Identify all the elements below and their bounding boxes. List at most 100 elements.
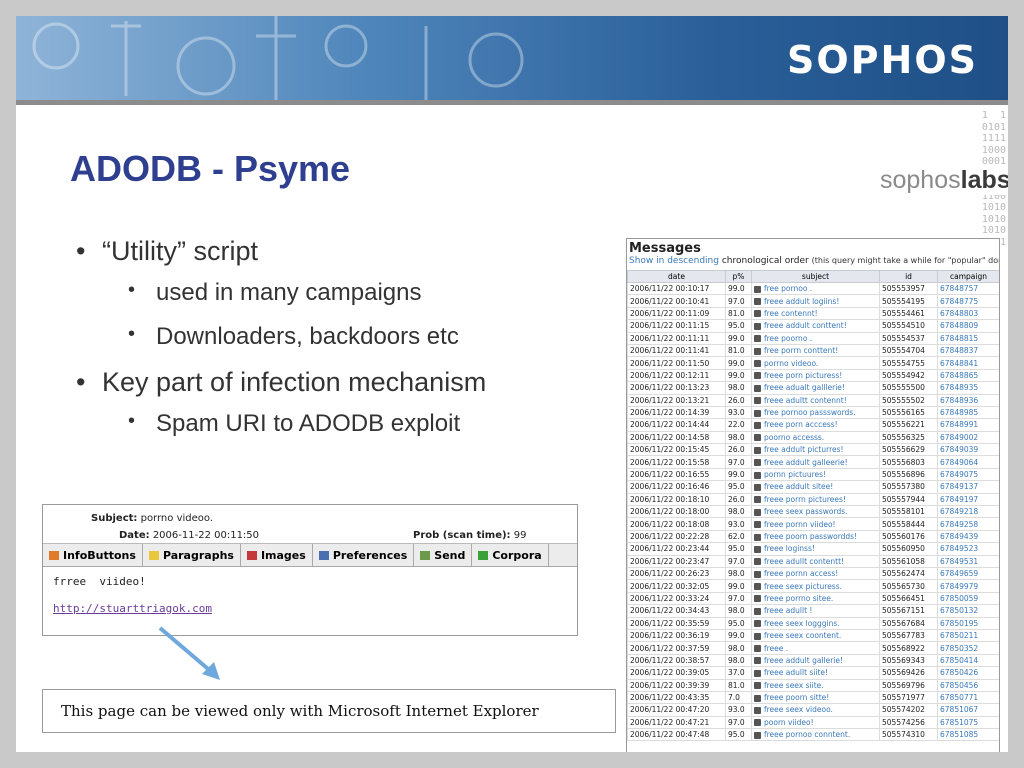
message-campaign-cell[interactable]: 67848803 bbox=[937, 306, 999, 321]
message-campaign-cell[interactable]: 67851067 bbox=[937, 703, 999, 717]
column-header-ppct[interactable]: p% bbox=[725, 270, 752, 283]
message-campaign-cell[interactable]: 67848815 bbox=[937, 331, 999, 345]
message-subject[interactable]: freee seex picturess. bbox=[764, 582, 842, 591]
message-campaign-cell[interactable]: 67850426 bbox=[937, 666, 999, 680]
message-subject[interactable]: freee loginss! bbox=[764, 544, 815, 553]
message-subject[interactable]: porrno videoo. bbox=[764, 359, 818, 368]
message-subject-cell[interactable]: freee poorn sitte! bbox=[751, 690, 880, 705]
message-subject[interactable]: freee seex siite. bbox=[764, 681, 824, 690]
table-row[interactable]: 2006/11/22 00:34:43 98.0 freee adullt ! 505… bbox=[627, 604, 999, 618]
message-subject[interactable]: freee adullt ! bbox=[764, 606, 812, 615]
toolbar-tab-preferences[interactable]: Preferences bbox=[313, 544, 415, 566]
table-row[interactable]: 2006/11/22 00:47:20 93.0 freee seex videoo… bbox=[627, 703, 999, 717]
table-row[interactable]: 2006/11/22 00:18:08 93.0 freee pornn viide… bbox=[627, 517, 999, 531]
message-subject-cell[interactable]: porrno videoo. bbox=[751, 356, 880, 370]
column-header-campaign[interactable]: campaign bbox=[937, 270, 999, 283]
table-row[interactable]: 2006/11/22 00:11:09 81.0 free contennt! 505… bbox=[627, 306, 999, 321]
message-campaign-cell[interactable]: 67848985 bbox=[937, 405, 999, 420]
message-campaign-cell[interactable]: 67848865 bbox=[937, 368, 999, 383]
message-campaign-cell[interactable]: 67851085 bbox=[937, 728, 999, 742]
column-header-subject[interactable]: subject bbox=[751, 270, 880, 283]
table-row[interactable]: 2006/11/22 00:47:21 97.0 poorn viideo! 5055… bbox=[627, 715, 999, 730]
table-row[interactable]: 2006/11/22 00:12:11 99.0 freee porn pictur… bbox=[627, 368, 999, 383]
message-subject[interactable]: freee addult galleerie! bbox=[764, 458, 848, 467]
message-campaign-cell[interactable]: 67849218 bbox=[937, 505, 999, 519]
table-row[interactable]: 2006/11/22 00:15:45 26.0 free addult pictu… bbox=[627, 443, 999, 457]
message-subject-cell[interactable]: freee seex siite. bbox=[751, 678, 880, 692]
table-row[interactable]: 2006/11/22 00:32:05 99.0 freee seex pictur… bbox=[627, 579, 999, 593]
table-row[interactable]: 2006/11/22 00:37:59 98.0 freee . 505568922 6… bbox=[627, 641, 999, 655]
message-subject-cell[interactable]: free pornoo . bbox=[751, 281, 880, 296]
message-campaign-cell[interactable]: 67850195 bbox=[937, 616, 999, 630]
message-subject-cell[interactable]: free poorno . bbox=[751, 331, 880, 345]
table-row[interactable]: 2006/11/22 00:11:50 99.0 porrno videoo. 505… bbox=[627, 356, 999, 370]
table-row[interactable]: 2006/11/22 00:39:05 37.0 freee adullt siit… bbox=[627, 666, 999, 680]
message-subject-cell[interactable]: freee pornoo conntent. bbox=[751, 728, 880, 742]
message-subject[interactable]: freee addult sitee! bbox=[764, 482, 833, 491]
message-subject[interactable]: freee seex passwords. bbox=[764, 507, 848, 516]
message-campaign-cell[interactable]: 67849979 bbox=[937, 579, 999, 593]
message-subject-cell[interactable]: freee pornn viideo! bbox=[751, 517, 880, 531]
table-row[interactable]: 2006/11/22 00:38:57 98.0 freee addult gall… bbox=[627, 653, 999, 668]
table-row[interactable]: 2006/11/22 00:23:47 97.0 freee adullt cont… bbox=[627, 554, 999, 569]
message-campaign-cell[interactable]: 67849531 bbox=[937, 554, 999, 569]
message-subject[interactable]: freee addult conttent! bbox=[764, 321, 847, 330]
message-subject-cell[interactable]: freee adullt ! bbox=[751, 604, 880, 618]
message-subject[interactable]: freee adultt contennt! bbox=[764, 396, 847, 405]
message-campaign-cell[interactable]: 67850352 bbox=[937, 641, 999, 655]
table-row[interactable]: 2006/11/22 00:11:41 81.0 free porrn contte… bbox=[627, 343, 999, 358]
message-campaign-cell[interactable]: 67849039 bbox=[937, 443, 999, 457]
message-subject-cell[interactable]: freee seex videoo. bbox=[751, 703, 880, 717]
message-campaign-cell[interactable]: 67849659 bbox=[937, 566, 999, 581]
message-subject[interactable]: freee porn picturess! bbox=[764, 371, 842, 380]
table-row[interactable]: 2006/11/22 00:13:23 98.0 freee adualt gall… bbox=[627, 381, 999, 395]
table-row[interactable]: 2006/11/22 00:22:28 62.0 freee poorn passw… bbox=[627, 529, 999, 544]
table-row[interactable]: 2006/11/22 00:13:21 26.0 freee adultt cont… bbox=[627, 393, 999, 407]
table-row[interactable]: 2006/11/22 00:35:59 95.0 freee seex logggi… bbox=[627, 616, 999, 630]
message-subject[interactable]: free poorno . bbox=[764, 334, 812, 343]
message-subject-cell[interactable]: freee porn picturess! bbox=[751, 368, 880, 383]
message-campaign-cell[interactable]: 67848775 bbox=[937, 294, 999, 308]
toolbar-tab-send[interactable]: Send bbox=[414, 544, 473, 566]
message-subject-cell[interactable]: freee seex passwords. bbox=[751, 505, 880, 519]
message-campaign-cell[interactable]: 67849075 bbox=[937, 467, 999, 482]
message-subject-cell[interactable]: freee poorn passwordds! bbox=[751, 529, 880, 544]
message-campaign-cell[interactable]: 67848809 bbox=[937, 319, 999, 333]
message-subject-cell[interactable]: freee addult conttent! bbox=[751, 319, 880, 333]
message-campaign-cell[interactable]: 67849197 bbox=[937, 492, 999, 507]
message-campaign-cell[interactable]: 67848936 bbox=[937, 393, 999, 407]
table-row[interactable]: 2006/11/22 00:39:39 81.0 freee seex siite.… bbox=[627, 678, 999, 692]
message-subject[interactable]: poorno accesss. bbox=[764, 433, 824, 442]
message-subject-cell[interactable]: freee seex logggins. bbox=[751, 616, 880, 630]
message-subject[interactable]: freee pornoo conntent. bbox=[764, 730, 850, 739]
table-row[interactable]: 2006/11/22 00:14:58 98.0 poorno accesss. 50… bbox=[627, 430, 999, 445]
message-subject[interactable]: freee porn acccess! bbox=[764, 420, 838, 429]
table-row[interactable]: 2006/11/22 00:14:44 22.0 freee porn accces… bbox=[627, 418, 999, 432]
table-row[interactable]: 2006/11/22 00:10:17 99.0 free pornoo . 5055… bbox=[627, 281, 999, 296]
message-subject[interactable]: freee pornn viideo! bbox=[764, 520, 836, 529]
table-row[interactable]: 2006/11/22 00:15:58 97.0 freee addult gall… bbox=[627, 455, 999, 469]
message-subject[interactable]: freee addult logiins! bbox=[764, 297, 839, 306]
message-subject-cell[interactable]: freee seex picturess. bbox=[751, 579, 880, 593]
message-campaign-cell[interactable]: 67848757 bbox=[937, 281, 999, 296]
table-row[interactable]: 2006/11/22 00:18:10 26.0 freee porrn pictu… bbox=[627, 492, 999, 507]
message-subject[interactable]: freee adullt contentt! bbox=[764, 557, 844, 566]
message-subject-cell[interactable]: freee pornn access! bbox=[751, 566, 880, 581]
table-row[interactable]: 2006/11/22 00:16:55 99.0 pornn pictuures! 5… bbox=[627, 467, 999, 482]
message-campaign-cell[interactable]: 67850771 bbox=[937, 690, 999, 705]
message-subject[interactable]: free contennt! bbox=[764, 309, 818, 318]
toolbar-tab-paragraphs[interactable]: Paragraphs bbox=[143, 544, 241, 566]
message-subject-cell[interactable]: free pornoo passswords. bbox=[751, 405, 880, 420]
message-subject[interactable]: freee poorn passwordds! bbox=[764, 532, 857, 541]
message-campaign-cell[interactable]: 67850414 bbox=[937, 653, 999, 668]
message-subject-cell[interactable]: freee addult galleerie! bbox=[751, 455, 880, 469]
toolbar-tab-images[interactable]: Images bbox=[241, 544, 313, 566]
table-row[interactable]: 2006/11/22 00:16:46 95.0 freee addult site… bbox=[627, 480, 999, 494]
message-subject[interactable]: freee seex coontent. bbox=[764, 631, 841, 640]
table-row[interactable]: 2006/11/22 00:14:39 93.0 free pornoo passs… bbox=[627, 405, 999, 420]
message-subject-cell[interactable]: pornn pictuures! bbox=[751, 467, 880, 482]
message-campaign-cell[interactable]: 67850211 bbox=[937, 628, 999, 643]
message-subject[interactable]: freee seex logggins. bbox=[764, 619, 840, 628]
message-subject-cell[interactable]: freee loginss! bbox=[751, 542, 880, 556]
table-row[interactable]: 2006/11/22 00:11:11 99.0 free poorno . 5055… bbox=[627, 331, 999, 345]
